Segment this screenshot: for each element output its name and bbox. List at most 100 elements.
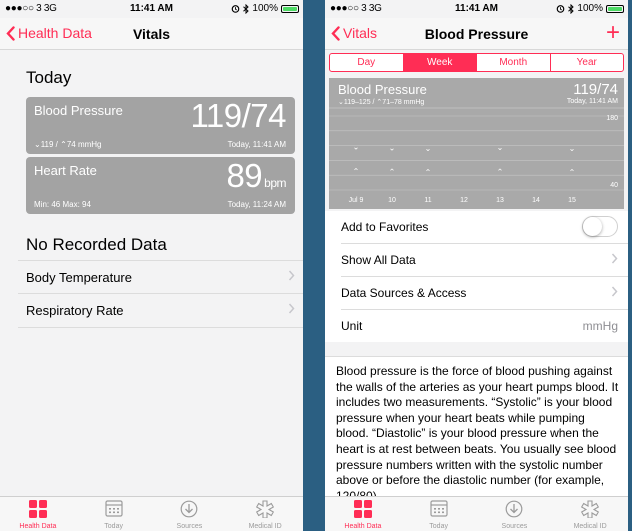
list-item-label: Body Temperature <box>26 270 132 285</box>
card-subtitle: Min: 46 Max: 94 <box>34 200 91 209</box>
diastolic-point: ⌃ <box>389 168 396 177</box>
diastolic-point: ⌃ <box>497 168 504 177</box>
battery-percent: 100% <box>577 3 603 14</box>
card-title: Heart Rate <box>34 163 97 178</box>
add-data-button[interactable]: + <box>606 21 620 45</box>
x-tick-label: Jul 9 <box>349 197 364 204</box>
status-bar: ●●●○○ 3 3G 11:41 AM 100% <box>0 0 303 18</box>
navigation-bar: Health Data Vitals <box>0 18 303 50</box>
chevron-right-icon <box>611 286 618 297</box>
y-tick-label: 40 <box>610 182 618 189</box>
tab-today[interactable]: Today <box>401 497 477 531</box>
y-tick-label: 180 <box>606 115 618 122</box>
diastolic-point: ⌃ <box>425 168 432 177</box>
no-recorded-data-heading: No Recorded Data <box>26 235 167 254</box>
vitals-screen: ●●●○○ 3 3G 11:41 AM 100% Health Data Vit… <box>0 0 303 531</box>
navigation-bar: Vitals Blood Pressure + <box>325 18 628 50</box>
tab-label: Medical ID <box>573 523 607 530</box>
diastolic-point: ⌃ <box>353 167 360 176</box>
chart-range: ⌄119–125 / ⌃71–78 mmHg <box>338 99 425 106</box>
chart-latest-time: Today, 11:41 AM <box>566 98 618 105</box>
calendar-icon <box>430 500 448 517</box>
blood-pressure-screen: ●●●○○ 3 3G 11:41 AM 100% Vitals Blood Pr… <box>325 0 628 531</box>
chevron-right-icon <box>288 303 295 314</box>
bluetooth-icon <box>568 3 575 14</box>
show-all-data-row[interactable]: Show All Data <box>341 244 628 277</box>
segment-year[interactable]: Year <box>551 54 624 71</box>
row-label: Show All Data <box>341 253 416 267</box>
tab-medical-id[interactable]: Medical ID <box>227 497 303 531</box>
health-data-icon <box>353 500 372 518</box>
medical-id-icon <box>581 500 600 518</box>
tab-health-data[interactable]: Health Data <box>0 497 76 531</box>
alarm-icon <box>232 5 240 13</box>
back-button[interactable]: Health Data <box>6 25 92 41</box>
x-tick-label: 13 <box>496 197 504 204</box>
tab-bar: Health Data Today Sources Medical ID <box>325 496 628 531</box>
tab-today[interactable]: Today <box>76 497 152 531</box>
row-label: Unit <box>341 319 363 333</box>
detail-rows: Add to Favorites Show All Data Data Sour… <box>325 211 628 342</box>
card-unit: bpm <box>264 176 286 190</box>
card-value: 119/74 <box>190 97 287 135</box>
medical-id-icon <box>256 500 275 518</box>
back-button-label: Vitals <box>343 25 377 41</box>
x-tick-label: 12 <box>460 197 468 204</box>
tab-label: Health Data <box>344 523 382 530</box>
tab-health-data[interactable]: Health Data <box>325 497 401 531</box>
segment-day[interactable]: Day <box>330 54 404 71</box>
health-data-icon <box>28 500 47 518</box>
add-to-favorites-row: Add to Favorites <box>341 211 628 244</box>
tab-label: Sources <box>501 523 528 530</box>
today-heading: Today <box>26 68 72 87</box>
systolic-point: ⌄ <box>497 143 504 152</box>
tab-label: Medical ID <box>248 523 282 530</box>
data-sources-access-row[interactable]: Data Sources & Access <box>341 277 628 310</box>
alarm-icon <box>557 5 565 13</box>
battery-percent: 100% <box>252 3 278 14</box>
chart-latest-value: 119/74 <box>573 81 618 98</box>
blood-pressure-card[interactable]: Blood Pressure 119/74 ⌄119 / ⌃74 mmHg To… <box>26 97 295 154</box>
unit-row[interactable]: Unit mmHg <box>341 310 628 342</box>
card-value-number: 119/74 <box>190 97 287 134</box>
bluetooth-icon <box>243 3 250 14</box>
card-title: Blood Pressure <box>34 103 123 118</box>
tab-bar: Health Data Today Sources Medical ID <box>0 496 303 531</box>
heart-rate-card[interactable]: Heart Rate 89 bpm Min: 46 Max: 94 Today, … <box>26 157 295 214</box>
status-bar: ●●●○○ 3 3G 11:41 AM 100% <box>325 0 628 18</box>
list-item-respiratory-rate[interactable]: Respiratory Rate <box>18 293 303 328</box>
card-value-number: 89 <box>226 157 263 194</box>
x-tick-label: 11 <box>424 197 431 204</box>
tab-sources[interactable]: Sources <box>477 497 553 531</box>
back-button[interactable]: Vitals <box>331 25 377 41</box>
time-range-segmented-control: Day Week Month Year <box>329 53 624 72</box>
card-timestamp: Today, 11:24 AM <box>227 200 286 209</box>
list-item-label: Respiratory Rate <box>26 303 124 318</box>
tab-label: Health Data <box>19 523 57 530</box>
blood-pressure-chart[interactable]: 180 40 Jul 9 10 11 12 13 14 15 ⌄ ⌄ ⌄ ⌄ ⌄ ⌃ ⌃ ⌃ ⌃ ⌃ Blood P… <box>329 78 624 209</box>
systolic-point: ⌄ <box>425 144 432 153</box>
calendar-icon <box>105 500 123 517</box>
tab-label: Sources <box>176 523 203 530</box>
row-label: Data Sources & Access <box>341 286 467 300</box>
systolic-point: ⌄ <box>353 143 360 152</box>
tab-sources[interactable]: Sources <box>152 497 228 531</box>
systolic-point: ⌄ <box>569 144 576 153</box>
battery-icon <box>281 4 299 13</box>
unit-value: mmHg <box>582 319 618 333</box>
chevron-left-icon <box>6 25 15 41</box>
list-item-body-temperature[interactable]: Body Temperature <box>18 260 303 294</box>
segment-week[interactable]: Week <box>403 54 477 71</box>
sources-icon <box>180 500 198 518</box>
tab-medical-id[interactable]: Medical ID <box>552 497 628 531</box>
description-panel: Blood pressure is the force of blood pus… <box>325 356 628 497</box>
favorites-toggle[interactable] <box>582 216 618 237</box>
tab-label: Today <box>104 523 123 530</box>
toggle-knob <box>583 217 602 236</box>
battery-icon <box>606 4 624 13</box>
systolic-point: ⌄ <box>389 144 396 153</box>
segment-month[interactable]: Month <box>477 54 551 71</box>
sources-icon <box>505 500 523 518</box>
chart-title: Blood Pressure <box>338 82 427 97</box>
row-label: Add to Favorites <box>341 220 429 234</box>
